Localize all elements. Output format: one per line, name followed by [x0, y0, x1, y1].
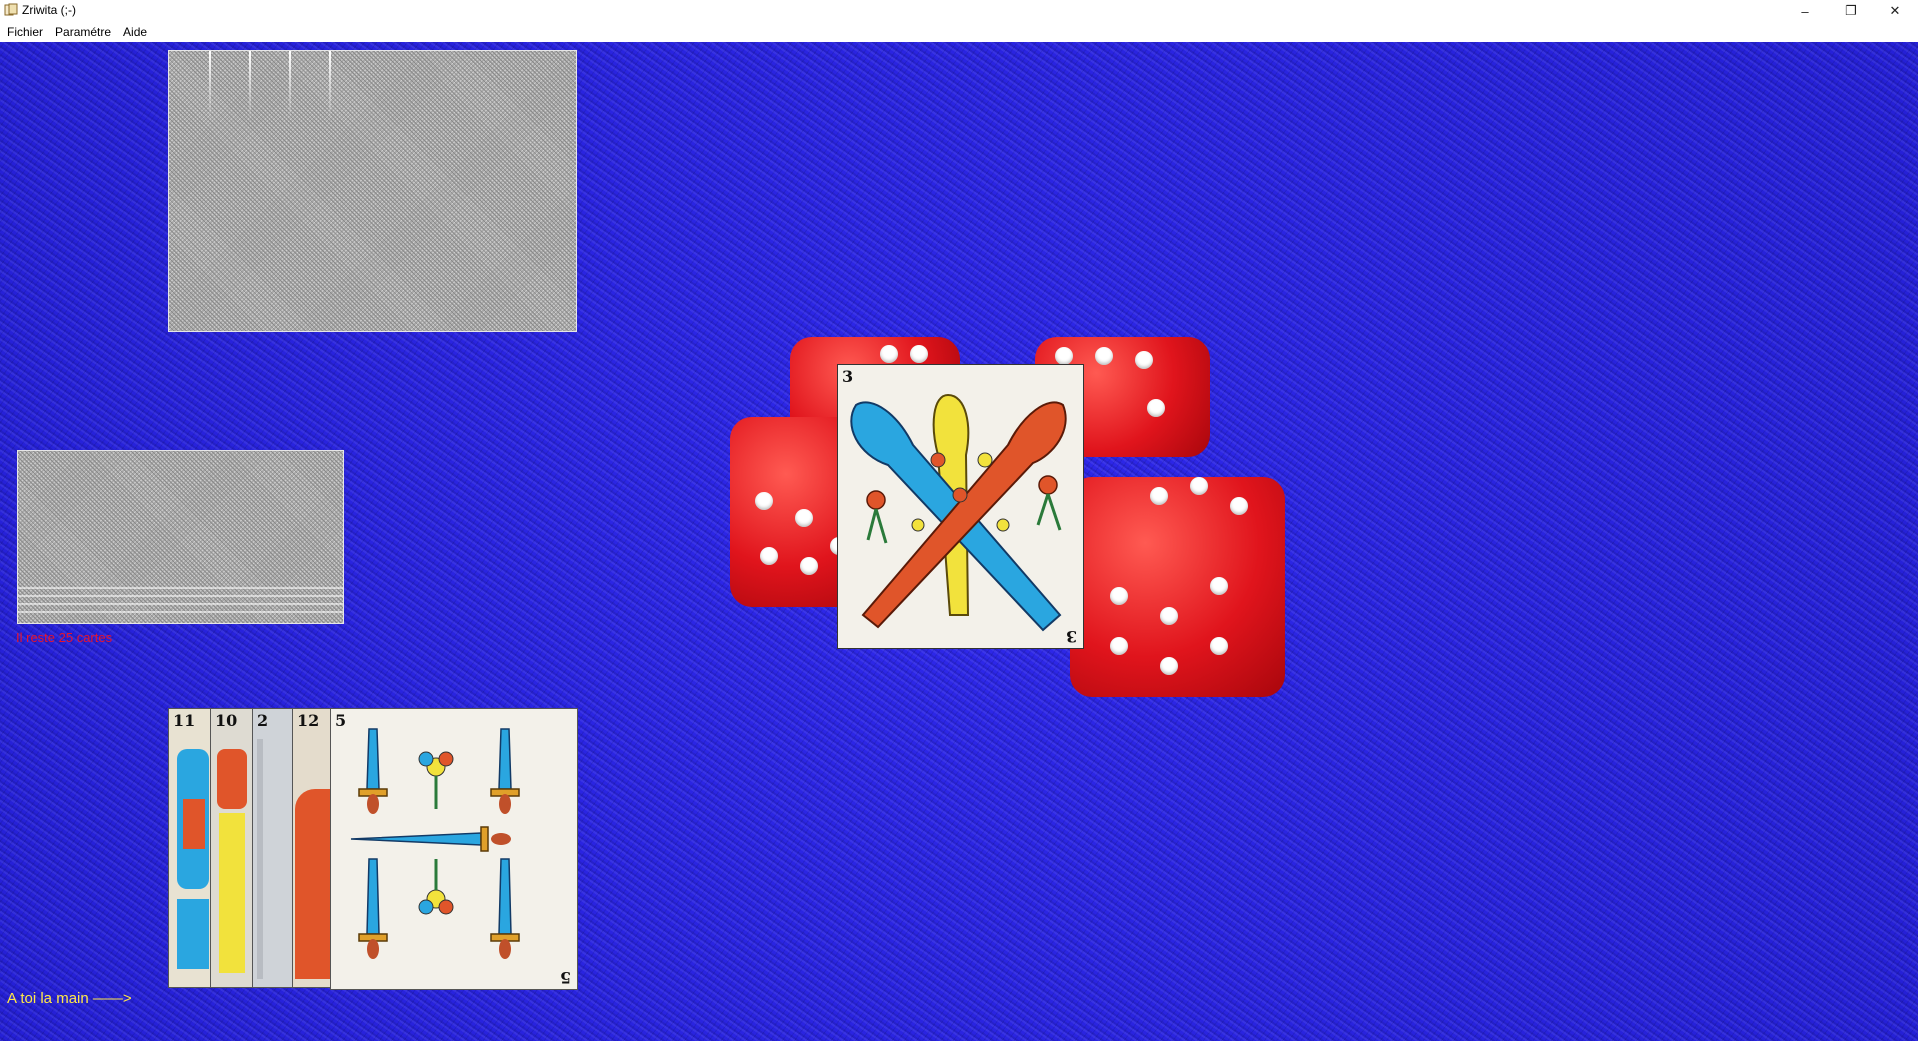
deck-pile[interactable] — [17, 450, 344, 624]
menu-fichier[interactable]: Fichier — [0, 25, 49, 39]
hand-card[interactable]: 5 5 — [330, 708, 578, 990]
title-bar: Zriwita (;-) – ❐ ✕ — [0, 0, 1918, 22]
menu-bar: Fichier Paramétre Aide — [0, 22, 1918, 42]
hand-card-rank: 11 — [173, 711, 196, 730]
maximize-button[interactable]: ❐ — [1828, 0, 1874, 22]
opponent-hand — [168, 50, 577, 332]
close-button[interactable]: ✕ — [1872, 0, 1918, 22]
hand-card-rank: 12 — [297, 711, 320, 730]
player-hand: 11 10 2 12 5 5 — [168, 708, 578, 990]
minimize-button[interactable]: – — [1782, 0, 1828, 22]
hand-card-rank: 2 — [257, 711, 269, 730]
bastos-suit-icon — [850, 393, 1067, 632]
played-card: 3 3 — [837, 364, 1084, 649]
turn-indicator: A toi la main ——> — [7, 990, 132, 1007]
hand-card[interactable]: 11 — [168, 708, 212, 988]
app-window: Zriwita (;-) – ❐ ✕ Fichier Paramétre Aid… — [0, 0, 1918, 1041]
window-title: Zriwita (;-) — [22, 3, 76, 17]
die-icon — [1070, 477, 1285, 697]
menu-aide[interactable]: Aide — [117, 25, 153, 39]
remaining-cards-text: Il reste 25 cartes — [16, 630, 113, 645]
hand-card[interactable]: 2 — [252, 708, 294, 988]
game-table: Il reste 25 cartes 3 3 11 10 2 12 5 5 A … — [0, 42, 1918, 1041]
espadas-suit-icon — [350, 728, 520, 959]
hand-card[interactable]: 10 — [210, 708, 254, 988]
hand-card-rank: 10 — [215, 711, 238, 730]
app-icon — [4, 3, 18, 16]
menu-parametre[interactable]: Paramétre — [49, 25, 117, 39]
